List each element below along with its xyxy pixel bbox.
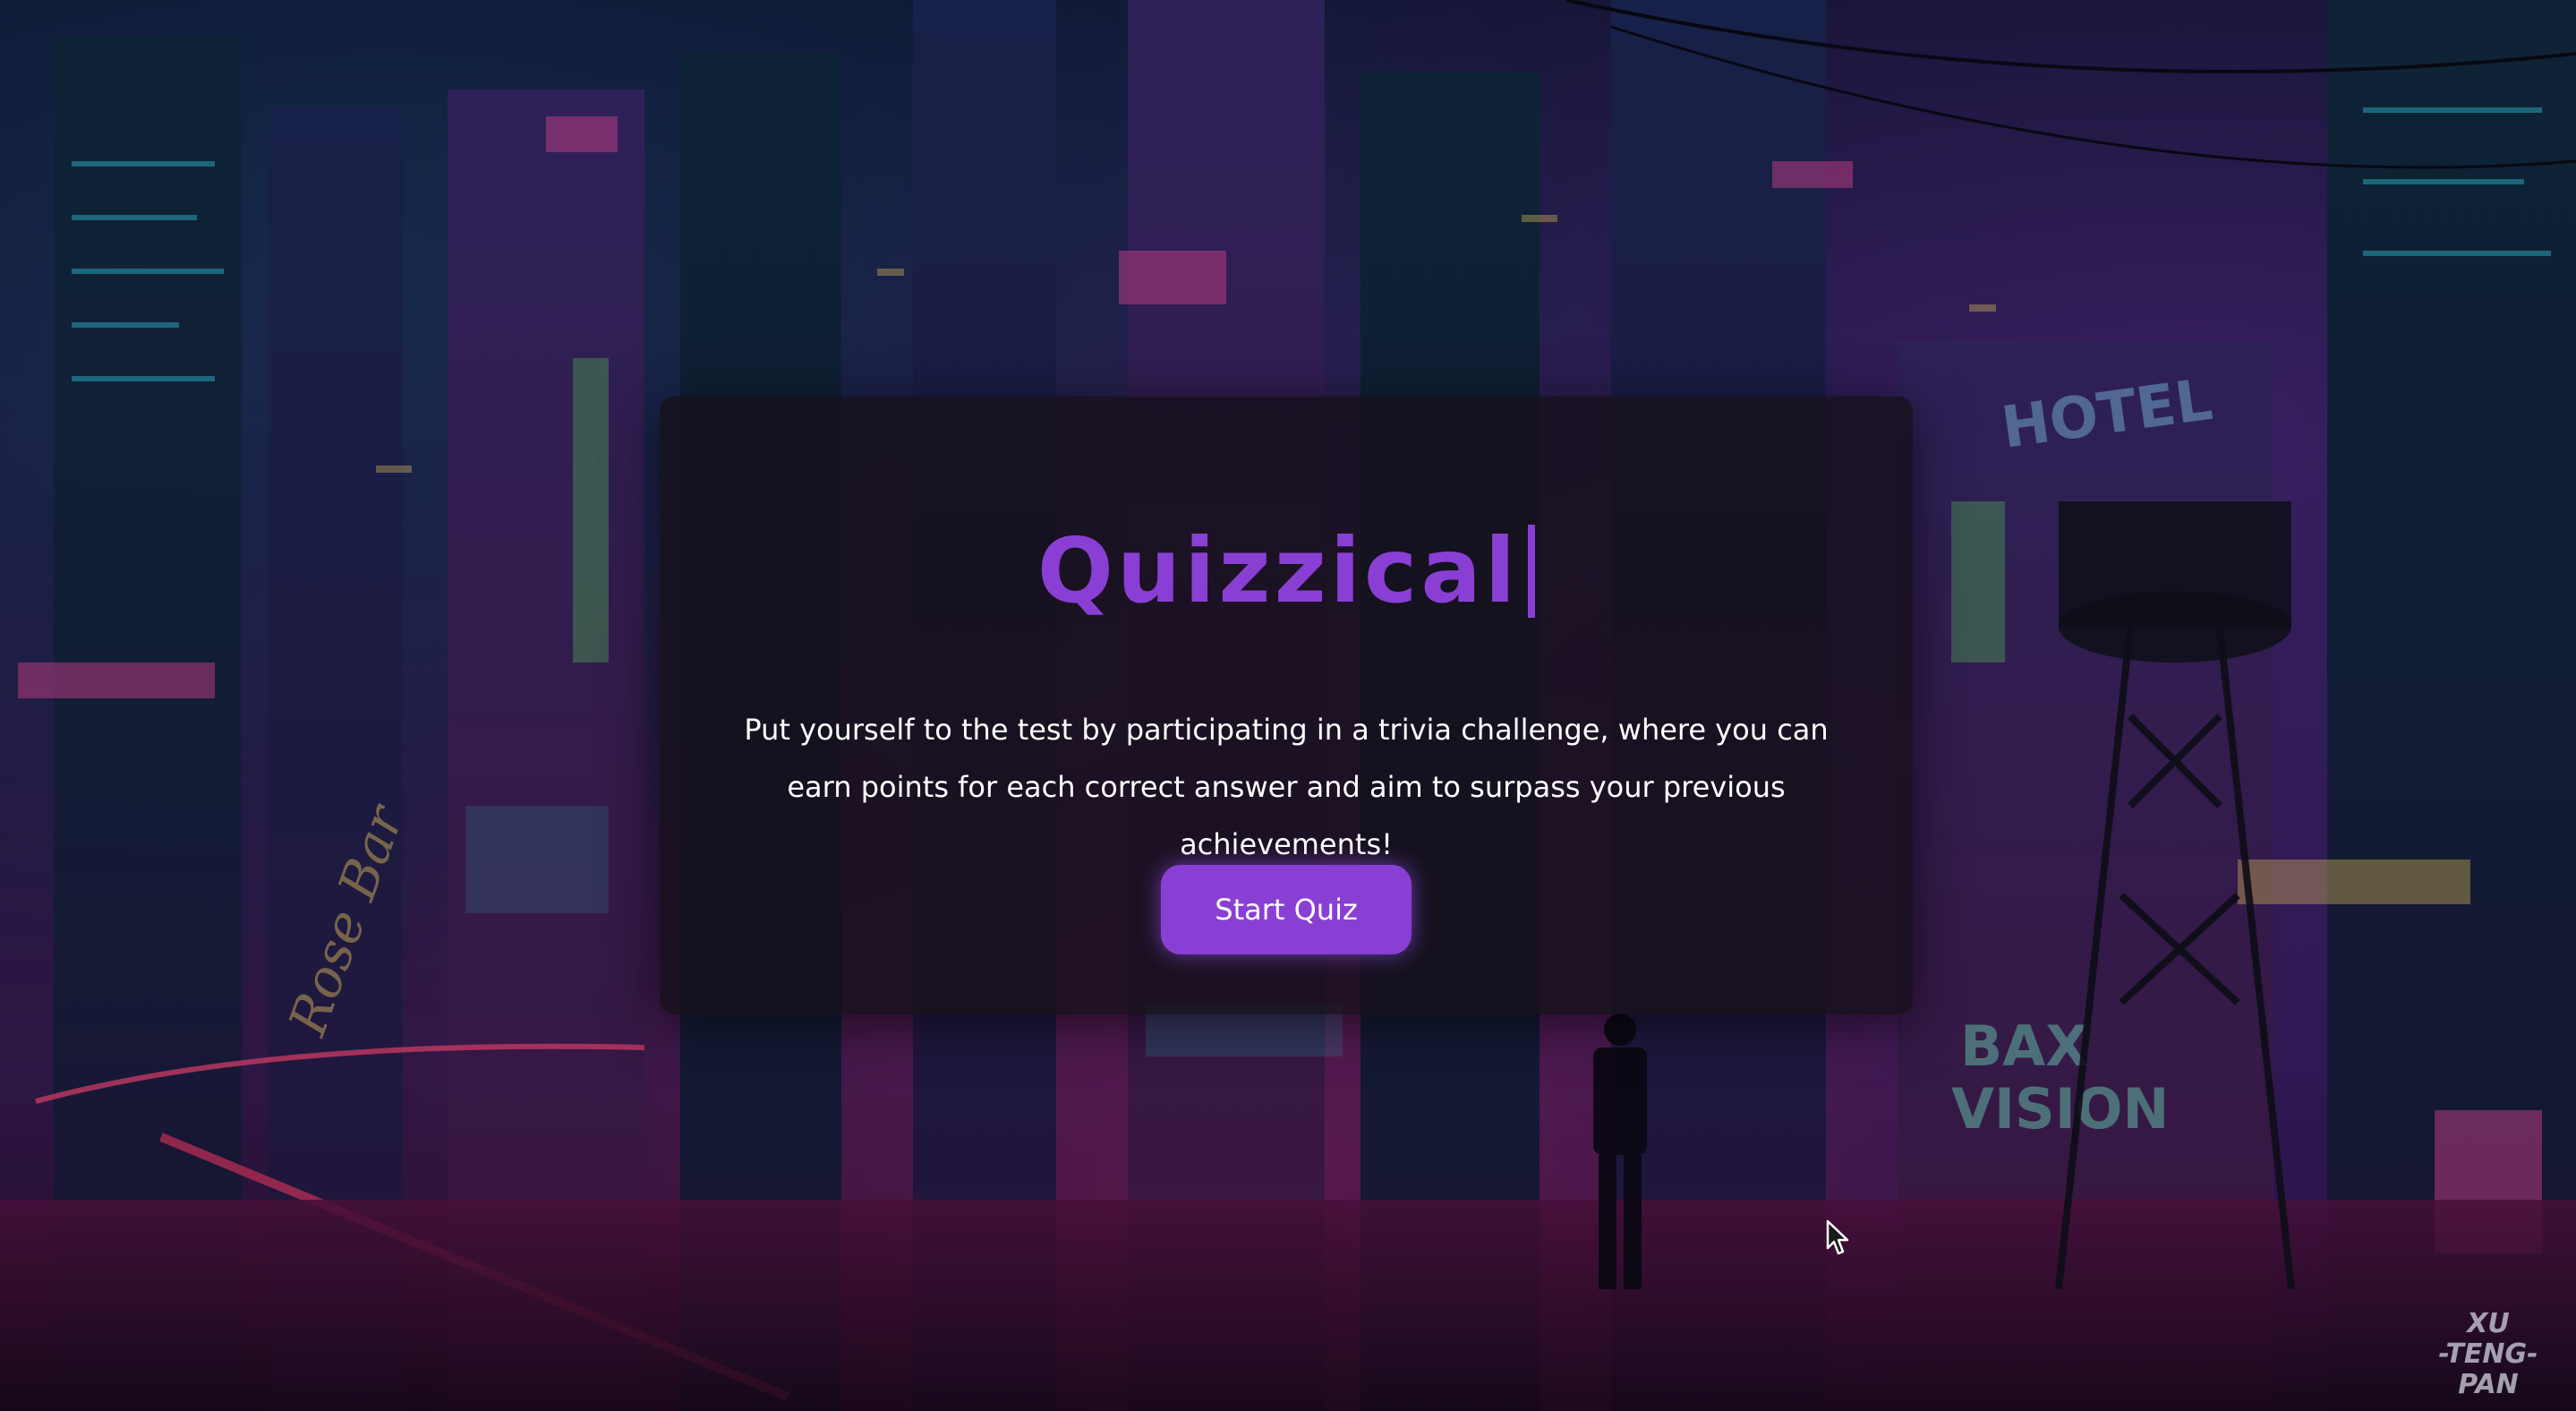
title-row: Quizzical: [660, 513, 1913, 629]
intro-card: Quizzical Put yourself to the test by pa…: [660, 397, 1913, 1014]
artist-watermark: XU -TENG- PAN: [2426, 1309, 2551, 1400]
app-title: Quizzical: [1036, 518, 1520, 623]
landing-screen: HOTEL BAX VISION Rose Bar Quizzical Put …: [0, 0, 2576, 1411]
app-tagline: Put yourself to the test by participatin…: [744, 713, 1829, 861]
watermark-line: XU: [2467, 1308, 2510, 1339]
start-quiz-button[interactable]: Start Quiz: [1161, 865, 1412, 954]
mouse-cursor-icon: [1826, 1219, 1849, 1255]
watermark-line: PAN: [2458, 1369, 2519, 1400]
watermark-line: -TENG-: [2438, 1338, 2538, 1370]
typing-caret: [1528, 525, 1536, 618]
